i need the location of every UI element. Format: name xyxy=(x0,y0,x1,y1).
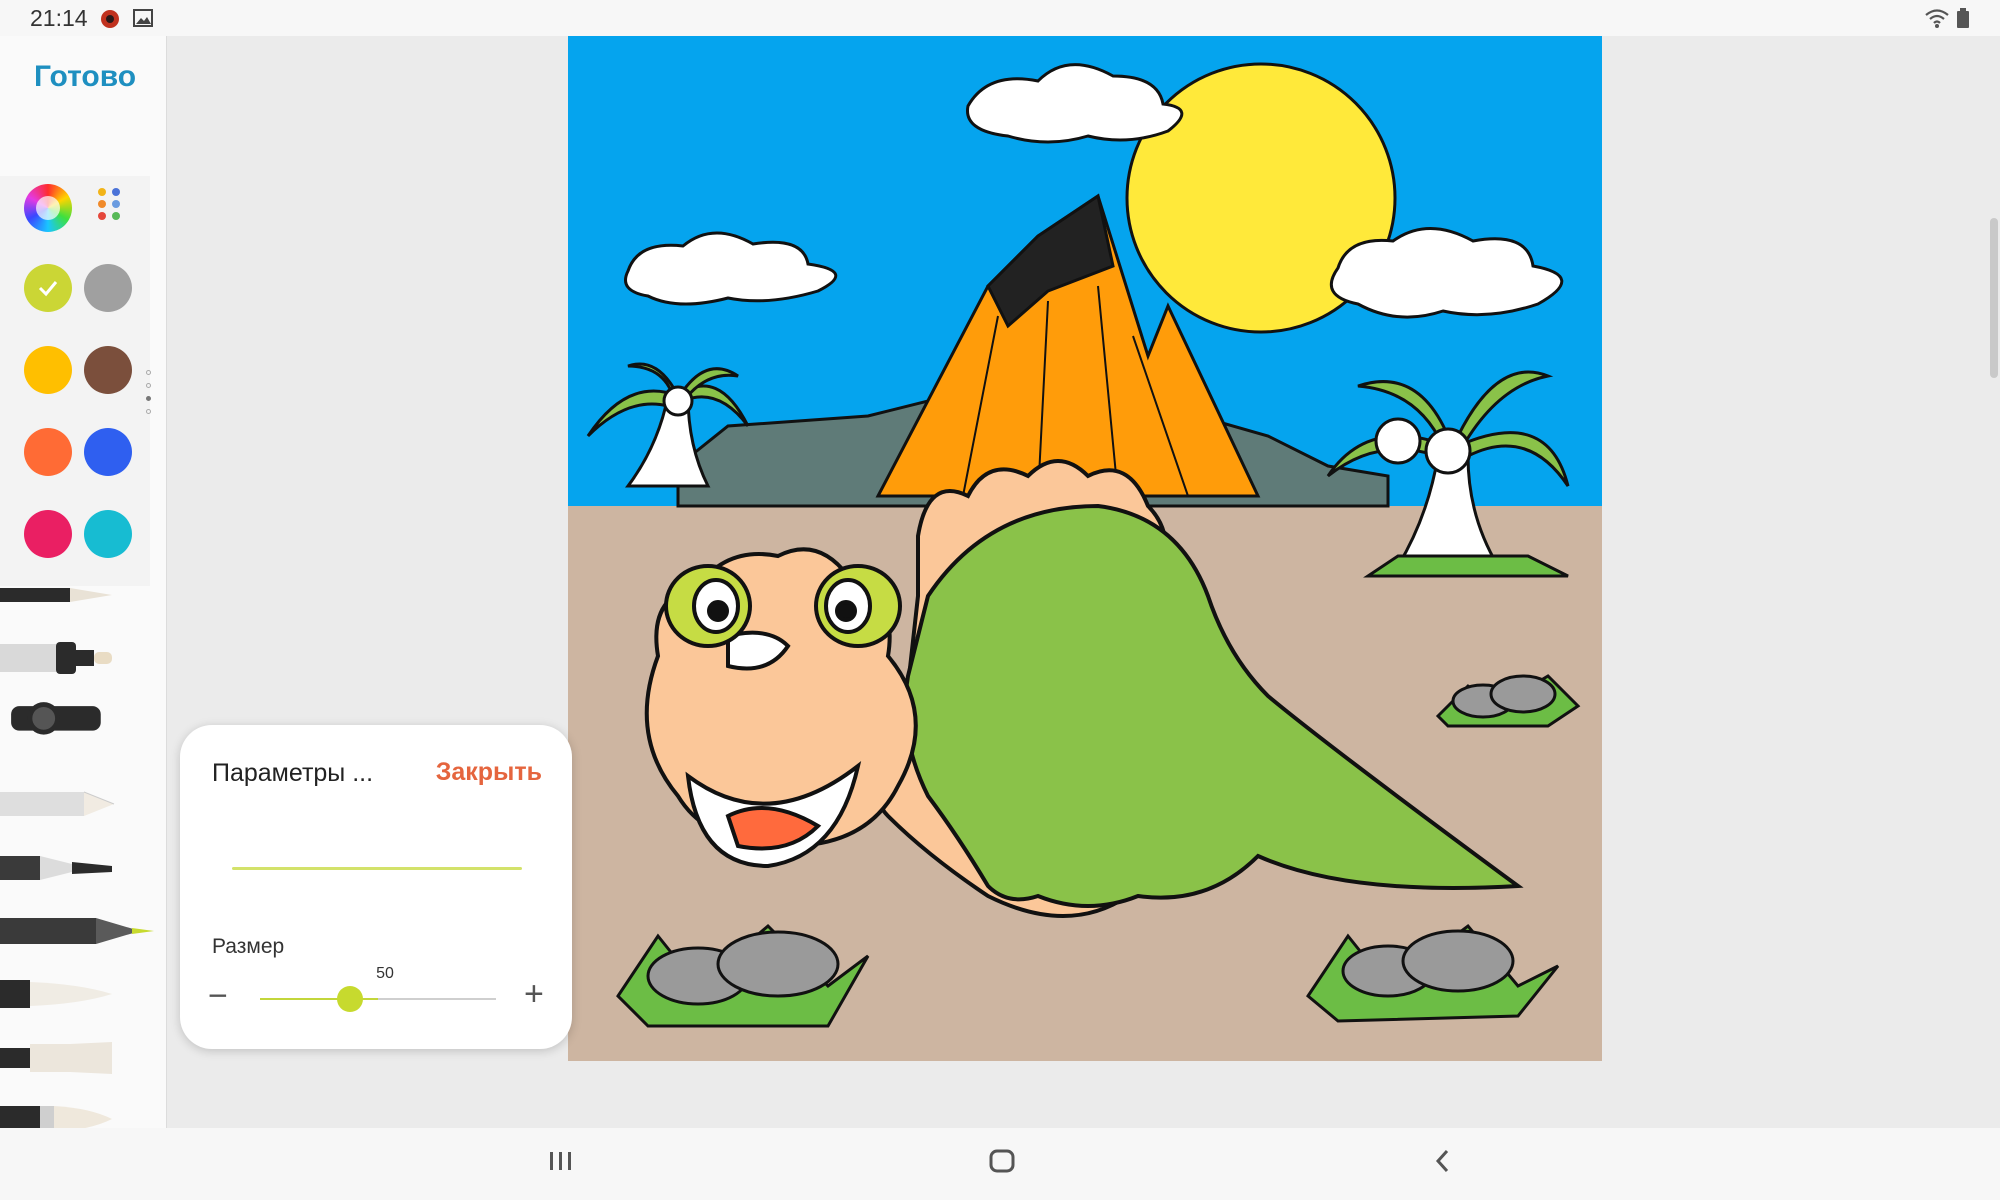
gallery-icon xyxy=(131,6,155,30)
pen-settings-popup: Параметры ... Закрыть Размер 50 − + xyxy=(180,725,572,1049)
calligraphy-pen-tool[interactable] xyxy=(0,846,120,890)
colored-pencil-tool[interactable] xyxy=(0,908,160,952)
size-label: Размер xyxy=(212,935,285,958)
close-button[interactable]: Закрыть xyxy=(436,758,542,787)
recent-apps-icon[interactable] xyxy=(548,1146,574,1181)
flat-brush-tool[interactable] xyxy=(0,1036,120,1080)
increase-size-button[interactable]: + xyxy=(524,975,544,1014)
notification-icon xyxy=(98,6,122,30)
color-swatch-brown[interactable] xyxy=(84,346,132,394)
drawing-canvas[interactable] xyxy=(568,36,1602,1061)
navigation-bar xyxy=(0,1128,2000,1200)
color-swatch-blue[interactable] xyxy=(84,428,132,476)
status-bar: 21:14 xyxy=(0,0,2000,36)
checkmark-icon xyxy=(36,276,60,300)
color-swatch-pink[interactable] xyxy=(24,510,72,558)
color-swatch-gray[interactable] xyxy=(84,264,132,312)
back-icon[interactable] xyxy=(1430,1146,1456,1181)
done-button[interactable]: Готово xyxy=(34,60,136,94)
brush-tool[interactable] xyxy=(0,698,120,742)
color-swatch-cyan[interactable] xyxy=(84,510,132,558)
edge-panel-handle[interactable] xyxy=(1990,218,1998,378)
palette-dots-icon[interactable] xyxy=(94,186,126,226)
color-wheel-icon[interactable] xyxy=(24,184,72,232)
size-slider-thumb[interactable] xyxy=(336,986,363,1012)
coloring-image[interactable] xyxy=(568,36,1602,1061)
pen-tool[interactable] xyxy=(0,576,120,620)
size-slider[interactable] xyxy=(260,986,496,1012)
decrease-size-button[interactable]: − xyxy=(208,977,228,1016)
home-icon[interactable] xyxy=(988,1146,1016,1181)
wifi-icon xyxy=(1924,6,1949,30)
battery-icon xyxy=(1956,6,1980,30)
size-value: 50 xyxy=(376,965,394,982)
fine-brush-tool[interactable] xyxy=(0,972,120,1016)
stroke-preview xyxy=(232,867,522,870)
marker-tool[interactable] xyxy=(0,636,120,680)
tool-sidebar: Готово xyxy=(0,36,167,1132)
status-time: 21:14 xyxy=(30,5,88,31)
pencil-tool[interactable] xyxy=(0,782,120,826)
palette-page-indicator xyxy=(146,370,152,422)
popup-title: Параметры ... xyxy=(212,759,374,787)
color-swatch-orange[interactable] xyxy=(24,428,72,476)
color-swatch-yellow[interactable] xyxy=(24,346,72,394)
